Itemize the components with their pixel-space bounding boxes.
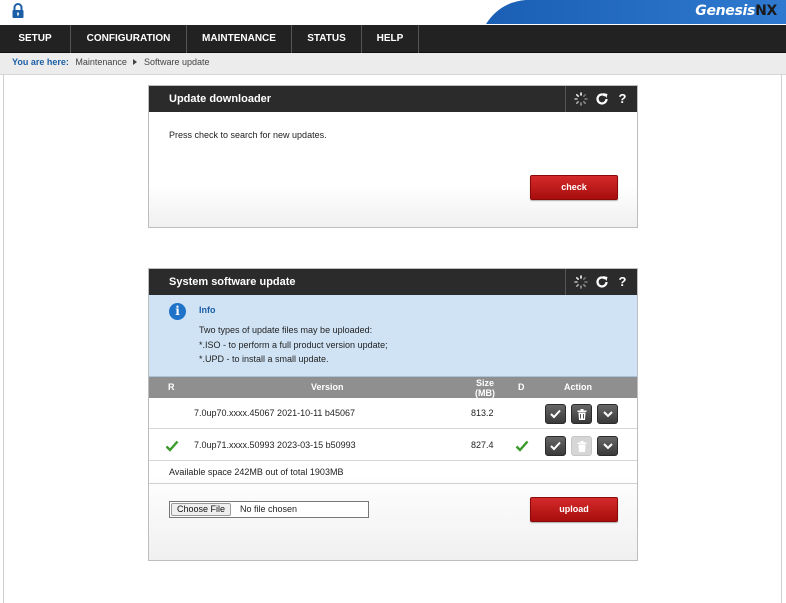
info-title: Info xyxy=(199,305,216,315)
panel-tools: ? xyxy=(565,269,637,295)
more-button[interactable] xyxy=(597,404,618,424)
row-size: 827.4 xyxy=(471,440,494,450)
column-version: Version xyxy=(311,382,344,392)
upload-button[interactable]: upload xyxy=(530,497,618,522)
chevron-down-icon xyxy=(602,410,613,417)
checkmark-icon xyxy=(515,440,529,452)
available-space: Available space 242MB out of total 1903M… xyxy=(169,467,344,477)
lock-icon xyxy=(12,3,24,18)
spinner-icon[interactable] xyxy=(573,91,589,107)
choose-file-button[interactable]: Choose File xyxy=(171,503,232,516)
divider xyxy=(149,483,637,484)
help-icon[interactable]: ? xyxy=(615,274,631,290)
delete-button[interactable] xyxy=(571,404,592,424)
nav-setup[interactable]: SETUP xyxy=(0,25,71,53)
downloader-message: Press check to search for new updates. xyxy=(169,130,327,140)
help-icon[interactable]: ? xyxy=(615,91,631,107)
table-row: 7.0up70.xxxx.45067 2021-10-11 b45067 813… xyxy=(149,398,637,429)
chevron-down-icon xyxy=(602,442,613,449)
system-software-update-panel: System software update ? i Info Two type… xyxy=(148,268,638,561)
info-line: Two types of update files may be uploade… xyxy=(199,325,373,335)
spinner-icon[interactable] xyxy=(573,274,589,290)
update-downloader-panel: Update downloader ? Press check to searc… xyxy=(148,85,638,228)
row-size: 813.2 xyxy=(471,408,494,418)
checkmark-icon xyxy=(165,440,179,452)
nav-help[interactable]: HELP xyxy=(362,25,419,53)
apply-button[interactable] xyxy=(545,404,566,424)
brand-logo: GenesisNX xyxy=(695,3,777,19)
panel-header: Update downloader ? xyxy=(149,86,637,112)
nav-status[interactable]: STATUS xyxy=(292,25,362,53)
refresh-icon[interactable] xyxy=(594,274,610,290)
breadcrumb-current: Software update xyxy=(143,57,210,67)
nav-maintenance[interactable]: MAINTENANCE xyxy=(187,25,292,53)
table-row: 7.0up71.xxxx.50993 2023-03-15 b50993 827… xyxy=(149,430,637,461)
check-button[interactable]: check xyxy=(530,175,618,200)
info-line: *.UPD - to install a small update. xyxy=(199,354,329,364)
column-r: R xyxy=(168,382,175,392)
more-button[interactable] xyxy=(597,436,618,456)
file-input[interactable]: Choose File No file chosen xyxy=(169,501,369,518)
info-icon: i xyxy=(169,303,186,320)
breadcrumb-arrow-icon xyxy=(133,59,138,65)
trash-icon xyxy=(577,408,586,420)
column-size: Size (MB) xyxy=(475,378,495,398)
panel-title: Update downloader xyxy=(169,93,272,105)
table-header: R Version Size (MB) D Action xyxy=(149,377,637,398)
breadcrumb: You are here: Maintenance Software updat… xyxy=(0,53,786,75)
column-action: Action xyxy=(564,382,592,392)
top-bar: GenesisNX xyxy=(0,0,786,24)
apply-button[interactable] xyxy=(545,436,566,456)
delete-button xyxy=(571,436,592,456)
panel-title: System software update xyxy=(169,276,296,288)
panel-header: System software update ? xyxy=(149,269,637,295)
row-version: 7.0up70.xxxx.45067 2021-10-11 b45067 xyxy=(194,408,355,418)
info-box: i Info Two types of update files may be … xyxy=(149,295,637,377)
checkmark-icon xyxy=(550,409,561,419)
nav-configuration[interactable]: CONFIGURATION xyxy=(71,25,187,53)
file-status: No file chosen xyxy=(240,504,298,514)
column-d: D xyxy=(518,382,525,392)
refresh-icon[interactable] xyxy=(594,91,610,107)
breadcrumb-parent[interactable]: Maintenance xyxy=(75,57,127,67)
breadcrumb-label: You are here: xyxy=(12,57,69,67)
checkmark-icon xyxy=(550,441,561,451)
panel-tools: ? xyxy=(565,86,637,112)
main-nav: SETUP CONFIGURATION MAINTENANCE STATUS H… xyxy=(0,25,786,53)
info-line: *.ISO - to perform a full product versio… xyxy=(199,340,388,350)
row-version: 7.0up71.xxxx.50993 2023-03-15 b50993 xyxy=(194,440,356,450)
trash-icon xyxy=(577,440,586,452)
